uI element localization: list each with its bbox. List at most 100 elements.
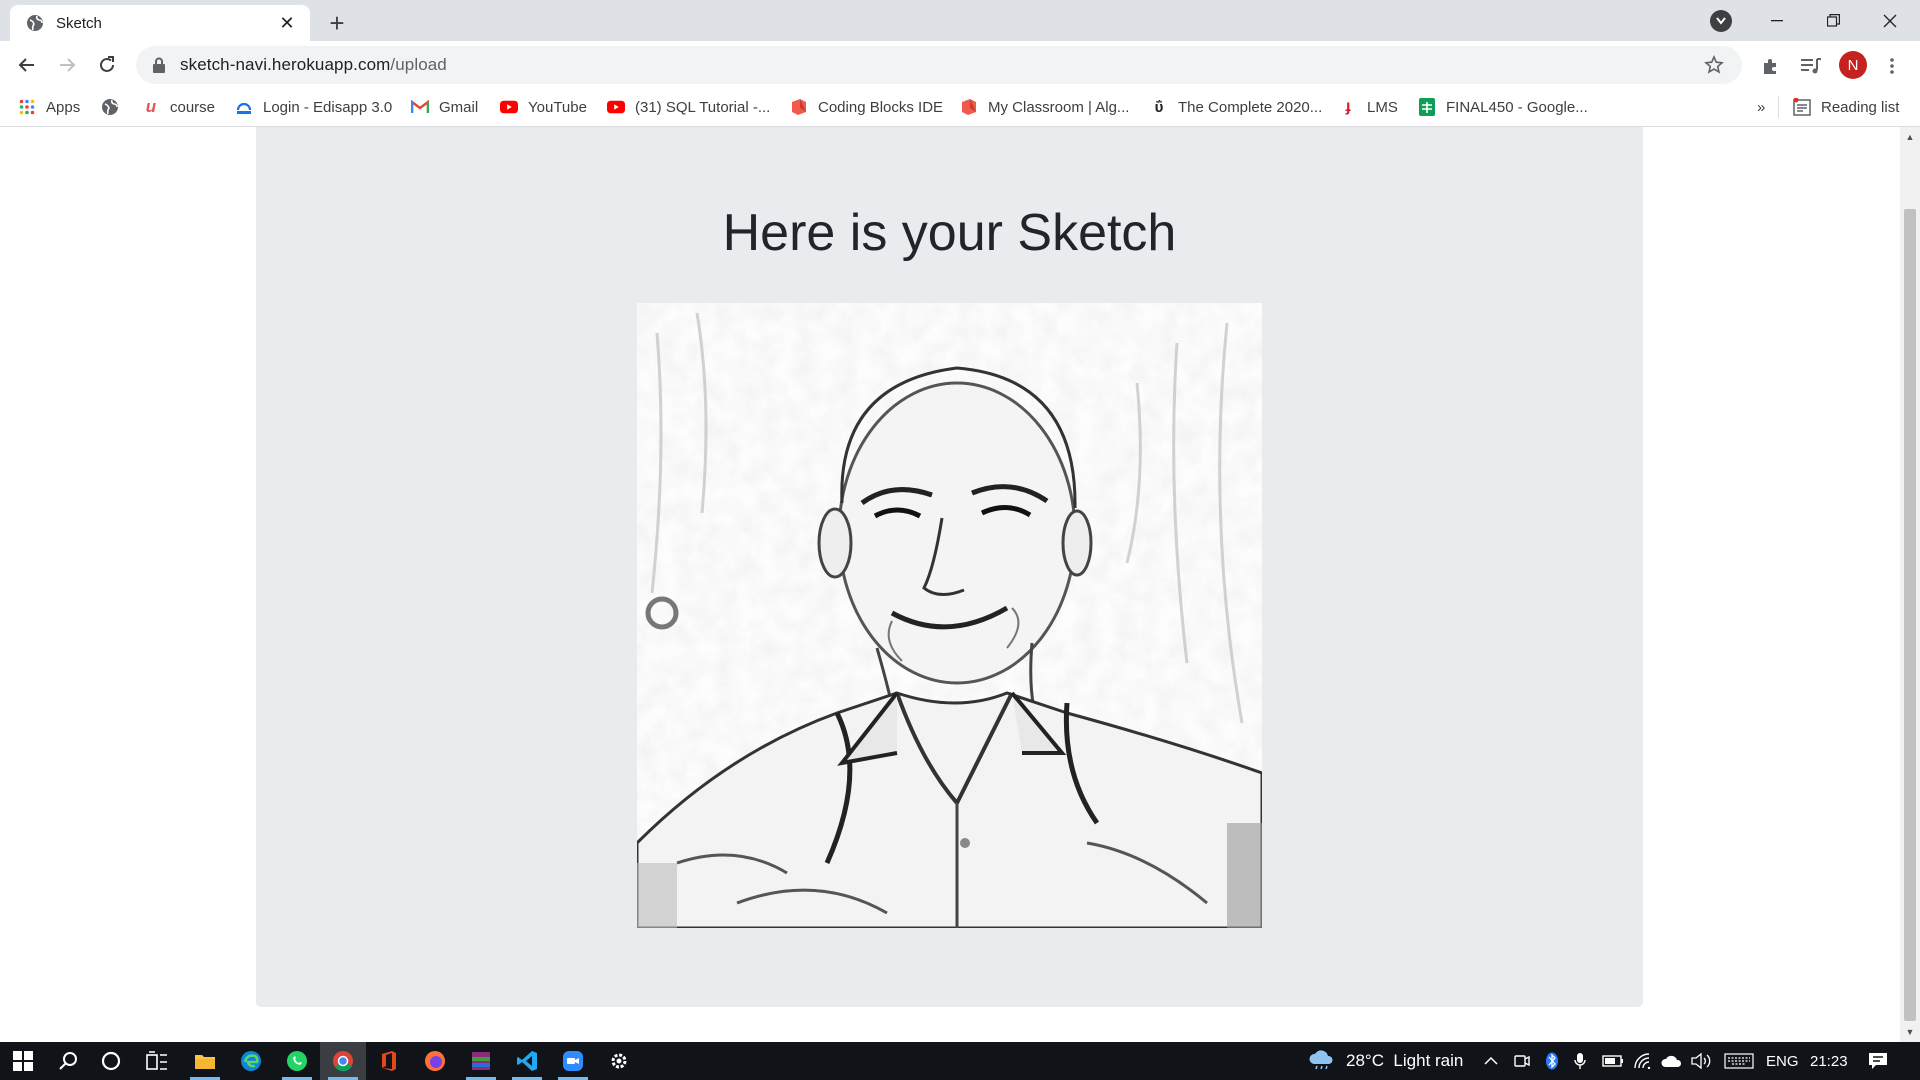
reading-list-button[interactable]: Reading list [1793,89,1899,125]
address-bar[interactable]: sketch-navi.herokuapp.com/upload [136,46,1742,84]
firefox-icon[interactable] [412,1042,458,1080]
result-card: Here is your Sketch [256,127,1643,1007]
office-icon[interactable] [366,1042,412,1080]
bookmarks-bar: Apps u course Login - Edisapp 3.0 Gmail … [0,89,1920,127]
page-title: Here is your Sketch [722,204,1177,262]
tab-title: Sketch [56,14,102,32]
wifi-icon[interactable] [1634,1042,1652,1080]
new-tab-button[interactable]: + [323,8,351,38]
language-indicator[interactable]: ENG [1766,1042,1799,1080]
restore-button[interactable] [1805,0,1861,41]
bookmark-final450[interactable]: FINAL450 - Google... [1418,89,1588,125]
coding-blocks-icon [960,98,978,116]
meet-now-icon[interactable] [1514,1042,1530,1080]
browser-toolbar: sketch-navi.herokuapp.com/upload [0,41,1920,89]
bookmark-star-icon[interactable] [1704,55,1724,75]
cortana-icon[interactable] [88,1042,134,1080]
edge-icon[interactable] [228,1042,274,1080]
extensions-puzzle-icon[interactable] [1758,53,1784,79]
keyboard-icon[interactable] [1724,1042,1754,1080]
media-control-icon[interactable] [1798,53,1824,79]
scroll-down-arrow-icon[interactable]: ▼ [1900,1024,1920,1040]
gmail-icon [411,98,429,116]
lms-icon: ɟ [1345,98,1351,115]
volume-icon[interactable] [1691,1042,1713,1080]
start-windows-icon[interactable] [0,1042,46,1080]
bookmark-label: LMS [1367,98,1398,116]
bookmarks-divider [1778,89,1779,125]
bluetooth-icon[interactable] [1545,1042,1559,1080]
battery-icon[interactable] [1602,1042,1624,1080]
notifications-icon[interactable] [1868,1042,1888,1080]
cloud-rain-icon [1308,1048,1336,1075]
bookmark-globe[interactable] [101,89,129,125]
bookmark-apps[interactable]: Apps [18,89,80,125]
reload-button[interactable] [91,49,123,81]
youtube-icon [607,98,625,116]
bookmark-label: Login - Edisapp 3.0 [263,98,393,116]
back-button[interactable] [11,49,43,81]
url-host: sketch-navi.herokuapp.com [180,55,391,74]
bookmark-my-classroom[interactable]: My Classroom | Alg... [960,89,1129,125]
scroll-up-arrow-icon[interactable]: ▲ [1900,129,1920,145]
chrome-menu-icon[interactable] [1879,53,1905,79]
windows-taskbar: 28°C Light rain ENG 21:23 [0,1042,1920,1080]
more-bookmarks-button[interactable]: » [1757,89,1765,125]
scrollbar-thumb[interactable] [1904,209,1916,1021]
bookmark-the-complete-2020[interactable]: ΰ The Complete 2020... [1150,89,1323,125]
udemy-icon: u [145,97,157,116]
lock-icon[interactable] [152,57,168,73]
bookmark-edisapp[interactable]: Login - Edisapp 3.0 [235,89,392,125]
bookmark-coding-blocks-ide[interactable]: Coding Blocks IDE [790,89,943,125]
microphone-icon[interactable] [1574,1042,1586,1080]
vertical-scrollbar[interactable]: ▲ ▼ [1900,127,1920,1042]
vscode-icon[interactable] [504,1042,550,1080]
reading-list-icon [1793,98,1811,116]
bookmark-label: Gmail [439,98,479,116]
close-tab-icon[interactable]: ✕ [276,12,298,34]
coding-blocks-icon [790,98,808,116]
file-explorer-icon[interactable] [182,1042,228,1080]
url-path: /upload [390,55,447,74]
globe-icon [26,14,44,32]
clock[interactable]: 21:23 [1810,1042,1848,1080]
bookmark-label: Coding Blocks IDE [818,98,944,116]
bookmark-gmail[interactable]: Gmail [411,89,478,125]
browser-tab[interactable]: Sketch ✕ [10,5,310,41]
bookmark-label: YouTube [528,98,587,116]
bookmark-youtube[interactable]: YouTube [500,89,587,125]
bookmark-label: course [170,98,216,116]
winrar-icon[interactable] [458,1042,504,1080]
task-view-icon[interactable] [134,1042,180,1080]
bookmark-label: The Complete 2020... [1178,98,1323,116]
weather-widget[interactable]: 28°C Light rain [1308,1042,1463,1080]
page-viewport: Here is your Sketch [0,127,1900,1042]
globe-icon [101,98,119,116]
bookmark-label: Apps [46,98,81,116]
settings-gear-icon[interactable] [596,1042,642,1080]
apps-grid-icon [18,98,36,116]
weather-text: 28°C Light rain [1346,1051,1464,1070]
youtube-icon [500,98,518,116]
edisapp-icon [235,98,253,116]
close-window-button[interactable] [1862,0,1918,41]
bookmark-sql-tutorial[interactable]: (31) SQL Tutorial -... [607,89,770,125]
url-text[interactable]: sketch-navi.herokuapp.com/upload [180,55,447,75]
whatsapp-icon[interactable] [274,1042,320,1080]
chrome-taskbar-icon[interactable] [320,1042,366,1080]
forward-button[interactable] [51,49,83,81]
bookmark-lms[interactable]: ɟ LMS [1339,89,1398,125]
minimize-button[interactable] [1749,0,1805,41]
tab-search-icon[interactable] [1710,10,1732,32]
bookmark-label: My Classroom | Alg... [988,98,1130,116]
chevron-up-icon[interactable] [1484,1042,1498,1080]
zoom-icon[interactable] [550,1042,596,1080]
bookmark-label: FINAL450 - Google... [1446,98,1588,116]
onedrive-cloud-icon[interactable] [1661,1042,1683,1080]
profile-avatar[interactable]: N [1839,51,1867,79]
bookmark-course[interactable]: u course [142,89,215,125]
sketch-image [637,303,1262,928]
reading-list-label: Reading list [1821,98,1900,116]
search-icon[interactable] [46,1042,92,1080]
google-sheets-icon [1418,98,1436,116]
